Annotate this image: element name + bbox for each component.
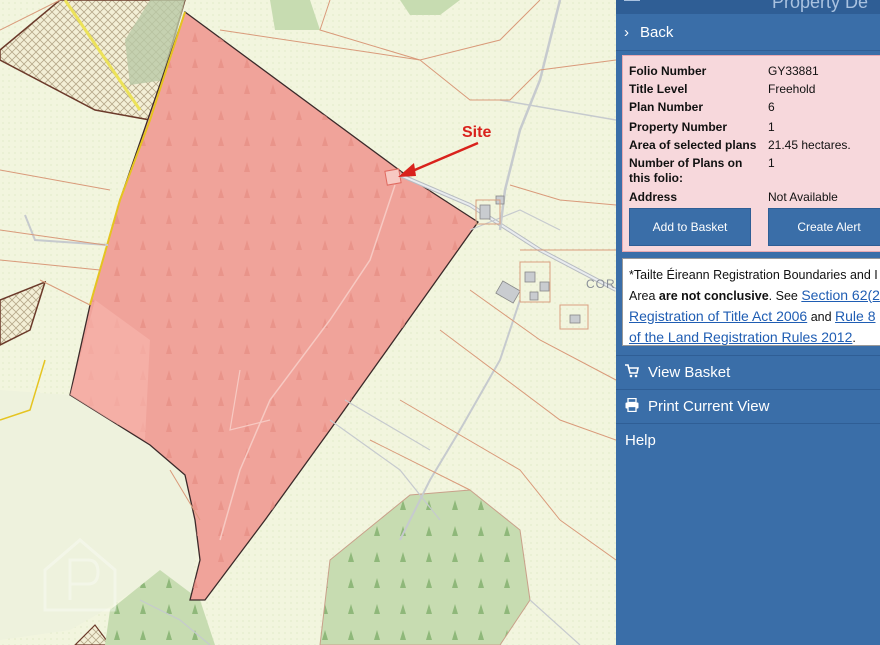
place-name-label: COR (586, 277, 616, 291)
notice-text: Area (629, 289, 659, 303)
detail-key: Area of selected plans (629, 138, 757, 152)
section-62-link[interactable]: Section 62(2 (801, 287, 880, 303)
shopping-cart-icon (625, 364, 639, 382)
property-details-card: Folio Number GY33881 Title Level Freehol… (622, 55, 880, 252)
view-basket-label: View Basket (648, 364, 731, 381)
property-details-panel: Property De › Back Folio Number GY33881 … (616, 0, 880, 645)
disclaimer-notice: *Tailte Éireann Registration Boundaries … (622, 258, 880, 346)
detail-value: Freehold (768, 82, 816, 96)
detail-key: Property Number (629, 120, 728, 134)
site-marker (384, 168, 402, 186)
notice-text: . See (768, 289, 802, 303)
view-basket-button[interactable]: View Basket (616, 355, 880, 389)
site-label: Site (462, 124, 492, 141)
map-canvas[interactable] (0, 0, 616, 645)
chevron-right-icon: › (624, 24, 629, 41)
print-label: Print Current View (648, 398, 770, 415)
detail-value: GY33881 (768, 64, 819, 78)
detail-key: Folio Number (629, 64, 707, 78)
notice-line-1: *Tailte Éireann Registration Boundaries … (629, 268, 878, 282)
notice-line-3: Registration of Title Act 2006 and Rule … (629, 306, 880, 327)
notice-line-2: Area are not conclusive. See Section 62(… (629, 285, 880, 306)
detail-key: Address (629, 190, 678, 204)
notice-text: and (807, 310, 836, 324)
printer-icon (625, 397, 639, 416)
back-label: Back (640, 24, 674, 41)
panel-title: Property De (772, 0, 869, 12)
notice-bold-text: are not conclusive (658, 289, 769, 303)
land-registration-rules-link[interactable]: of the Land Registration Rules 2012 (629, 329, 852, 345)
notice-text: . (852, 331, 856, 345)
detail-value: 1 (768, 156, 775, 170)
rule-8-link[interactable]: Rule 8 (835, 308, 875, 324)
hamburger-icon[interactable] (624, 0, 640, 4)
detail-key: Number of Plans on this folio: (629, 156, 743, 185)
detail-value: 1 (768, 120, 775, 134)
panel-header: Property De (616, 0, 880, 14)
detail-key: Plan Number (629, 100, 704, 114)
detail-value: 21.45 hectares. (768, 138, 851, 152)
notice-line-4: of the Land Registration Rules 2012. (629, 327, 880, 348)
detail-value: 6 (768, 100, 775, 114)
back-button[interactable]: › Back (616, 16, 880, 51)
map-view[interactable]: Site COR (0, 0, 616, 645)
add-to-basket-button[interactable]: Add to Basket (629, 208, 751, 246)
create-alert-button[interactable]: Create Alert (768, 208, 880, 246)
help-label: Help (625, 432, 656, 449)
registration-act-link[interactable]: Registration of Title Act 2006 (629, 308, 807, 324)
help-button[interactable]: Help (616, 423, 880, 457)
detail-value: Not Available (768, 190, 838, 204)
print-current-view-button[interactable]: Print Current View (616, 389, 880, 423)
detail-key: Title Level (629, 82, 688, 96)
